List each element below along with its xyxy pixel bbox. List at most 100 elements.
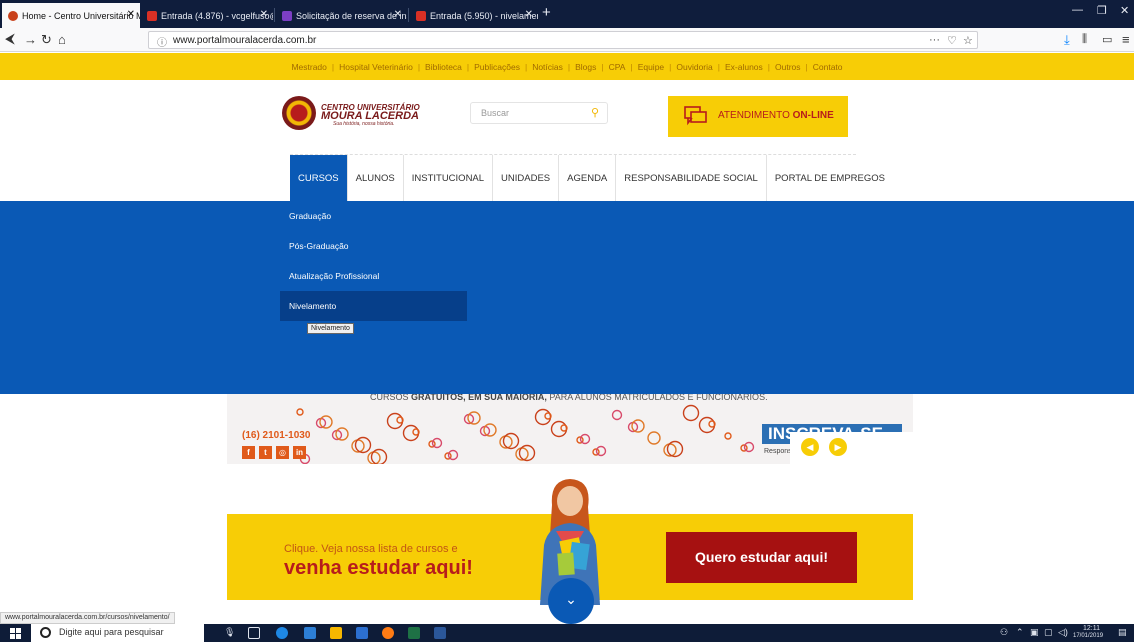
word-icon[interactable]: [434, 627, 446, 639]
notifications-icon[interactable]: ▤: [1118, 627, 1127, 638]
nav-item-cursos[interactable]: CURSOS: [290, 155, 348, 201]
topbar-link[interactable]: Equipe: [638, 62, 664, 72]
downloads-icon[interactable]: ⤓: [1064, 32, 1070, 48]
security-icon[interactable]: ▣: [1030, 627, 1039, 638]
topbar-link[interactable]: Outros: [775, 62, 801, 72]
link-tooltip: Nivelamento: [307, 323, 354, 334]
browser-tab-strip: Home - Centro Universitário M ✕ Entrada …: [0, 0, 1134, 28]
info-icon[interactable]: ⓘ: [157, 34, 167, 49]
store-icon[interactable]: [304, 627, 316, 639]
submenu-item-nivelamento[interactable]: Nivelamento: [280, 291, 467, 321]
bookmark-star-icon[interactable]: ☆: [963, 34, 973, 47]
close-window-icon[interactable]: ✕: [1120, 4, 1129, 17]
nav-item-institucional[interactable]: INSTITUCIONAL: [404, 155, 494, 201]
tab-separator: [408, 8, 409, 22]
topbar-link[interactable]: Biblioteca: [425, 62, 462, 72]
edge-icon[interactable]: [276, 627, 288, 639]
doodle-mark: [579, 433, 591, 445]
taskbar-time[interactable]: 12:11: [1083, 625, 1100, 632]
doodle-mark: [402, 424, 420, 442]
excel-icon[interactable]: [408, 627, 420, 639]
doodle-mark: [595, 445, 607, 457]
topbar-link[interactable]: Notícias: [532, 62, 563, 72]
doodle-mark: [534, 408, 552, 426]
topbar-link[interactable]: Contato: [813, 62, 843, 72]
home-icon[interactable]: ⌂: [58, 32, 66, 47]
cortana-icon: [40, 627, 51, 638]
submenu-item-graduacao[interactable]: Graduação: [280, 201, 467, 231]
nav-item-portal-de-empregos[interactable]: PORTAL DE EMPREGOS: [767, 155, 893, 201]
twitter-icon[interactable]: t: [259, 446, 272, 459]
nav-item-agenda[interactable]: AGENDA: [559, 155, 617, 201]
taskbar-date[interactable]: 17/01/2019: [1073, 633, 1103, 639]
cursos-dropdown: Graduação Pós-Graduação Atualização Prof…: [0, 201, 1134, 394]
doodle-mark: [743, 441, 755, 453]
minimize-icon[interactable]: —: [1072, 4, 1083, 16]
close-tab-icon[interactable]: ✕: [260, 9, 268, 20]
sidebar-icon[interactable]: ▭: [1102, 33, 1112, 46]
topbar-separator: |: [767, 61, 771, 72]
browser-tab-mail-2[interactable]: Entrada (5.950) - nivelamento@ ✕: [410, 3, 538, 28]
network-icon[interactable]: ▢: [1044, 627, 1053, 638]
submenu-item-atualizacao[interactable]: Atualização Profissional: [280, 261, 467, 291]
quero-estudar-button[interactable]: Quero estudar aqui!: [666, 532, 857, 583]
browser-tab-reserva[interactable]: Solicitação de reserva de insta ✕: [276, 3, 407, 28]
restore-icon[interactable]: ❐: [1097, 4, 1107, 17]
explorer-icon[interactable]: [330, 627, 342, 639]
cta-line2: venha estudar aqui!: [284, 557, 473, 579]
search-icon[interactable]: ⚲: [591, 106, 599, 119]
close-tab-icon[interactable]: ✕: [525, 9, 533, 20]
reload-icon[interactable]: ↻: [41, 32, 52, 48]
doodle-mark: [386, 412, 404, 430]
main-navigation: CURSOS ALUNOS INSTITUCIONAL UNIDADES AGENDA R…: [290, 155, 893, 201]
nav-item-alunos[interactable]: ALUNOS: [348, 155, 404, 201]
topbar-link[interactable]: Hospital Veterinário: [339, 62, 413, 72]
chat-icon: [684, 106, 707, 126]
doodle-mark: [724, 432, 732, 440]
library-icon[interactable]: ⫼: [1082, 33, 1087, 46]
task-view-icon[interactable]: [248, 627, 260, 639]
university-logo[interactable]: [282, 96, 316, 130]
forward-icon[interactable]: →: [24, 32, 37, 47]
doodle-mark: [550, 420, 568, 438]
site-search-input[interactable]: Buscar ⚲: [470, 102, 608, 124]
linkedin-icon[interactable]: in: [293, 446, 306, 459]
instagram-icon[interactable]: ◎: [276, 446, 289, 459]
page-actions-icon[interactable]: ···: [929, 34, 940, 46]
windows-start-icon[interactable]: [10, 628, 21, 639]
topbar-link[interactable]: Ex-alunos: [725, 62, 763, 72]
slider-next-icon[interactable]: ▶: [829, 438, 847, 456]
taskbar-search-input[interactable]: Digite aqui para pesquisar: [31, 624, 204, 642]
pocket-icon[interactable]: ♡: [947, 34, 957, 47]
volume-icon[interactable]: ◁): [1058, 627, 1068, 638]
topbar-link[interactable]: Blogs: [575, 62, 596, 72]
topbar-link[interactable]: Ouvidoria: [676, 62, 712, 72]
topbar-link[interactable]: Publicações: [474, 62, 520, 72]
browser-tab-home[interactable]: Home - Centro Universitário M ✕: [2, 3, 140, 28]
topbar-separator: |: [524, 61, 528, 72]
close-tab-icon[interactable]: ✕: [127, 9, 135, 20]
topbar-link[interactable]: Mestrado: [291, 62, 326, 72]
topbar-separator: |: [630, 61, 633, 72]
topbar-separator: |: [717, 61, 720, 72]
microphone-icon[interactable]: 🎙: [224, 627, 235, 638]
mail-app-icon[interactable]: [356, 627, 368, 639]
menu-icon[interactable]: ≡: [1122, 32, 1130, 47]
firefox-icon[interactable]: [382, 627, 394, 639]
topbar-link[interactable]: CPA: [609, 62, 626, 72]
scroll-down-button[interactable]: ⌄: [548, 578, 594, 624]
facebook-icon[interactable]: f: [242, 446, 255, 459]
slider-prev-icon[interactable]: ◀: [801, 438, 819, 456]
submenu-item-pos-graduacao[interactable]: Pós-Graduação: [280, 231, 467, 261]
browser-tab-mail-1[interactable]: Entrada (4.876) - vcgelfuso@m ✕: [141, 3, 273, 28]
address-bar[interactable]: ⓘ www.portalmouralacerda.com.br ··· ♡ ☆: [148, 31, 978, 49]
topbar-separator: |: [669, 61, 672, 72]
back-icon[interactable]: ⮜: [5, 30, 15, 47]
nav-item-responsabilidade-social[interactable]: RESPONSABILIDADE SOCIAL: [616, 155, 767, 201]
tray-chevron-icon[interactable]: ⌃: [1016, 627, 1024, 638]
new-tab-icon[interactable]: +: [542, 4, 551, 21]
online-support-button[interactable]: ATENDIMENTO ON-LINE: [668, 96, 848, 137]
nav-item-unidades[interactable]: UNIDADES: [493, 155, 560, 201]
people-icon[interactable]: ⚇: [1000, 627, 1008, 638]
close-tab-icon[interactable]: ✕: [394, 9, 402, 20]
